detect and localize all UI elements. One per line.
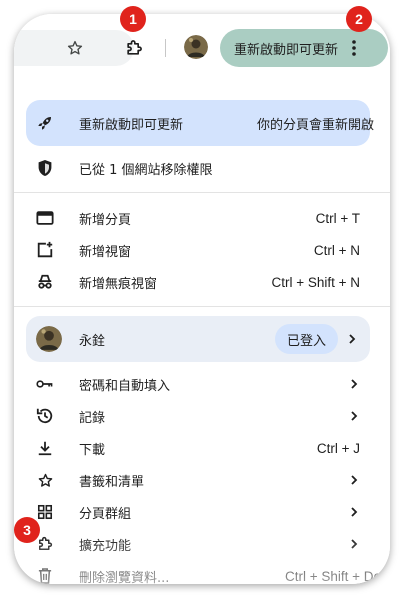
download-icon	[36, 439, 54, 457]
key-icon	[36, 375, 54, 393]
annotation-badge-2: 2	[346, 6, 372, 32]
menu-divider	[14, 306, 390, 307]
clear-browsing-data-item[interactable]: 刪除瀏覽資料... Ctrl + Shift + Del	[14, 560, 390, 584]
extensions-label: 擴充功能	[79, 538, 132, 554]
menu-divider	[14, 192, 390, 193]
new-tab-item[interactable]: 新增分頁 Ctrl + T	[14, 202, 390, 234]
bookmarks-item[interactable]: 書籤和清單	[14, 464, 390, 496]
chevron-right-icon	[349, 334, 356, 344]
history-icon	[36, 407, 54, 425]
new-tab-label: 新增分頁	[79, 212, 132, 228]
downloads-item[interactable]: 下載 Ctrl + J	[14, 432, 390, 464]
clear-browsing-data-label: 刪除瀏覽資料...	[79, 570, 170, 585]
new-tab-icon	[36, 209, 54, 227]
star-icon	[36, 471, 54, 489]
site-permissions-item[interactable]: 已從 1 個網站移除權限	[14, 152, 390, 184]
passwords-label: 密碼和自動填入	[79, 378, 171, 394]
annotation-badge-3: 3	[14, 517, 40, 543]
chevron-right-icon	[351, 411, 358, 421]
extensions-item[interactable]: 擴充功能	[14, 528, 390, 560]
rocket-icon	[36, 114, 54, 132]
site-permissions-label: 已從 1 個網站移除權限	[79, 162, 213, 178]
star-icon[interactable]	[63, 36, 87, 60]
kebab-menu-icon[interactable]	[346, 36, 362, 60]
browser-toolbar: 重新啟動即可更新	[14, 14, 390, 80]
chevron-right-icon	[351, 475, 358, 485]
chrome-main-menu: 重新啟動即可更新 你的分頁會重新開啟 已從 1 個網站移除權限 新增分頁 Ctr…	[14, 80, 390, 584]
profile-row[interactable]: 永銓 已登入	[26, 316, 370, 362]
signed-in-badge: 已登入	[274, 324, 338, 354]
annotation-badge-1: 1	[120, 6, 146, 32]
history-label: 記錄	[79, 410, 106, 426]
profile-avatar	[36, 326, 62, 352]
trash-icon	[36, 567, 54, 584]
new-incognito-label: 新增無痕視窗	[79, 276, 158, 292]
update-banner-note: 你的分頁會重新開啟	[256, 117, 374, 133]
shield-icon	[36, 159, 54, 177]
tab-groups-label: 分頁群組	[79, 506, 132, 522]
passwords-item[interactable]: 密碼和自動填入	[14, 368, 390, 400]
chevron-right-icon	[351, 379, 358, 389]
downloads-label: 下載	[79, 442, 106, 458]
clear-browsing-data-shortcut: Ctrl + Shift + Del	[284, 568, 384, 584]
new-window-icon	[36, 241, 54, 259]
restart-to-update-button[interactable]: 重新啟動即可更新	[220, 29, 388, 67]
incognito-icon	[36, 273, 54, 291]
new-incognito-item[interactable]: 新增無痕視窗 Ctrl + Shift + N	[14, 266, 390, 298]
tab-groups-icon	[36, 503, 54, 521]
chevron-right-icon	[351, 539, 358, 549]
history-item[interactable]: 記錄	[14, 400, 390, 432]
chevron-right-icon	[351, 507, 358, 517]
profile-name: 永銓	[79, 333, 106, 349]
update-banner[interactable]: 重新啟動即可更新 你的分頁會重新開啟	[26, 100, 374, 146]
new-tab-shortcut: Ctrl + T	[315, 210, 360, 226]
toolbar-divider	[165, 39, 166, 57]
new-window-shortcut: Ctrl + N	[313, 242, 360, 258]
update-banner-label: 重新啟動即可更新	[79, 117, 184, 133]
bookmarks-label: 書籤和清單	[79, 474, 145, 490]
signed-in-label: 已登入	[286, 333, 326, 349]
new-window-label: 新增視窗	[79, 244, 132, 260]
new-incognito-shortcut: Ctrl + Shift + N	[271, 274, 360, 290]
profile-avatar[interactable]	[184, 35, 208, 59]
new-window-item[interactable]: 新增視窗 Ctrl + N	[14, 234, 390, 266]
tab-groups-item[interactable]: 分頁群組	[14, 496, 390, 528]
extensions-puzzle-icon[interactable]	[122, 36, 146, 60]
extensions-puzzle-icon	[36, 535, 54, 553]
restart-pill-label: 重新啟動即可更新	[234, 42, 339, 58]
downloads-shortcut: Ctrl + J	[316, 440, 360, 456]
chrome-window-crop: 重新啟動即可更新 重新啟動即可更新 你的分頁會重新開啟 已從 1 個網站移除權限	[14, 14, 390, 584]
